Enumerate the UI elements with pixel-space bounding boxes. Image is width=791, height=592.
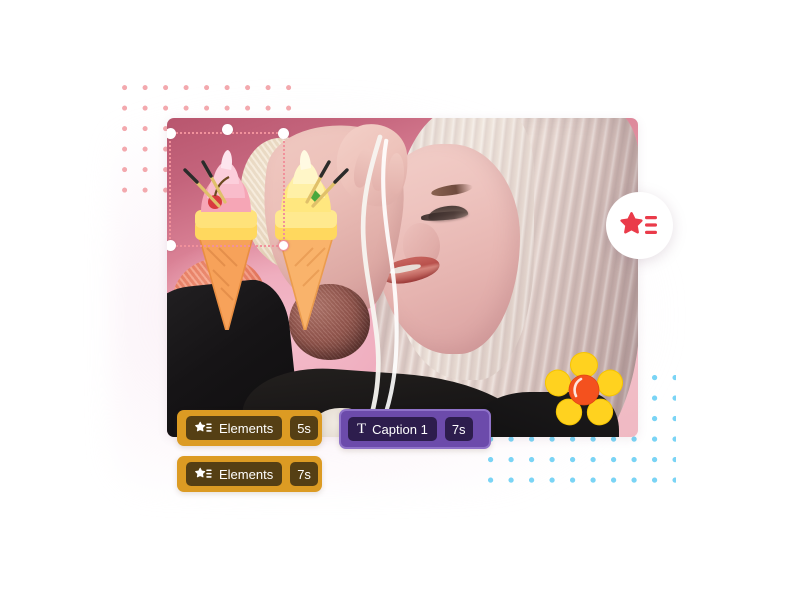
editor-canvas-stage: Elements 5s Elements 7s T Caption 1 7s bbox=[0, 0, 791, 592]
clip-label-pill: Elements bbox=[186, 416, 283, 440]
clip-label: Elements bbox=[219, 420, 274, 436]
clip-duration: 7s bbox=[444, 417, 473, 441]
selection-handle-bottom-right[interactable] bbox=[278, 240, 289, 251]
clip-label: Caption 1 bbox=[372, 421, 428, 437]
star-list-icon bbox=[195, 467, 213, 481]
selection-handle-top-middle[interactable] bbox=[222, 124, 233, 135]
star-list-icon bbox=[195, 421, 213, 435]
sticker-selection-frame[interactable] bbox=[167, 124, 289, 251]
clip-label: Elements bbox=[219, 466, 274, 482]
clip-duration: 5s bbox=[290, 416, 318, 440]
text-t-icon: T bbox=[357, 420, 367, 437]
selection-handle-top-right[interactable] bbox=[278, 128, 289, 139]
star-list-icon bbox=[619, 211, 657, 234]
clip-duration: 7s bbox=[290, 462, 318, 486]
flower-sticker[interactable] bbox=[545, 350, 623, 428]
timeline-clip-elements-2[interactable]: Elements 7s bbox=[177, 456, 322, 492]
elements-badge[interactable] bbox=[606, 192, 673, 259]
timeline-clip-elements-1[interactable]: Elements 5s bbox=[177, 410, 322, 446]
selection-handle-top-left[interactable] bbox=[167, 128, 176, 139]
clip-label-pill: Elements bbox=[186, 462, 283, 486]
clip-label-pill: T Caption 1 bbox=[348, 417, 437, 441]
timeline-clip-caption-1[interactable]: T Caption 1 7s bbox=[339, 409, 491, 449]
